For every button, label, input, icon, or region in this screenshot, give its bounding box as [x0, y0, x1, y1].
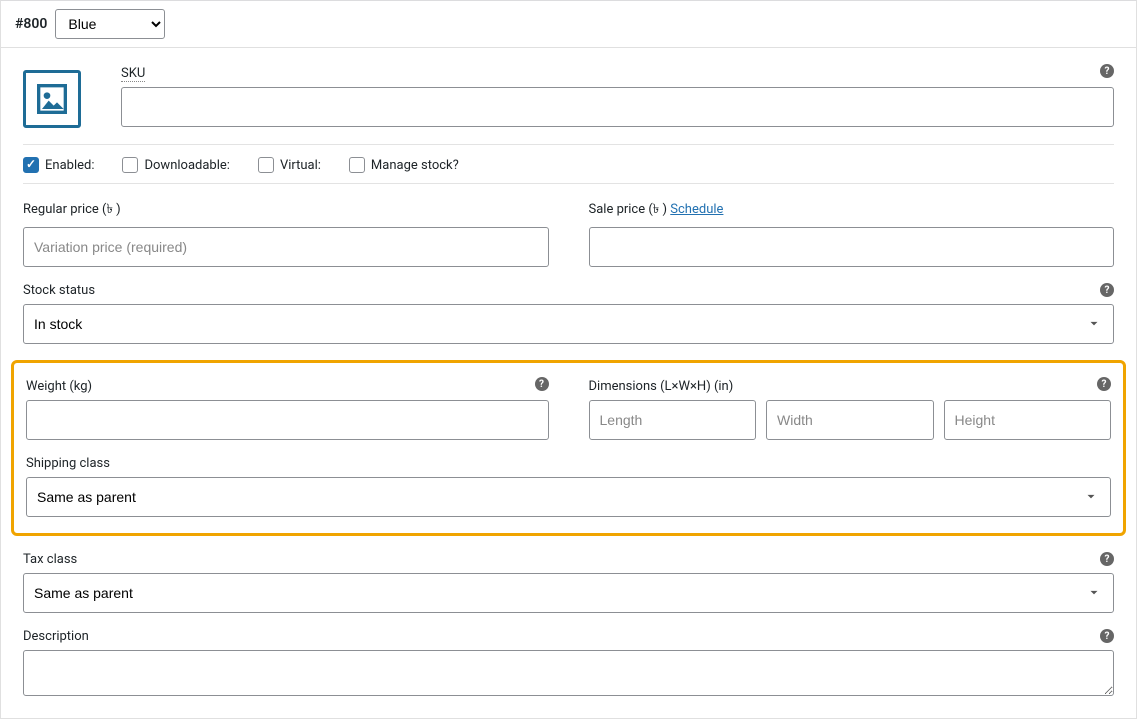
width-input[interactable] [766, 400, 934, 440]
variation-panel: #800 Blue SKU ? [0, 0, 1137, 719]
help-icon[interactable]: ? [1100, 552, 1114, 566]
downloadable-checkbox-wrap[interactable]: Downloadable: [122, 157, 229, 173]
downloadable-checkbox[interactable] [122, 157, 138, 173]
sale-price-label: Sale price (৳ ) Schedule [589, 200, 1115, 221]
shipping-class-label: Shipping class [26, 456, 1111, 471]
checkbox-row: Enabled: Downloadable: Virtual: Manage s… [23, 145, 1114, 184]
enabled-checkbox-wrap[interactable]: Enabled: [23, 157, 94, 173]
description-textarea[interactable] [23, 650, 1114, 696]
attribute-select[interactable]: Blue [55, 9, 165, 39]
virtual-checkbox-wrap[interactable]: Virtual: [258, 157, 321, 173]
tax-class-label: Tax class [23, 552, 1114, 567]
help-icon[interactable]: ? [535, 377, 549, 391]
manage-stock-checkbox-wrap[interactable]: Manage stock? [349, 157, 459, 173]
schedule-link[interactable]: Schedule [670, 202, 723, 217]
help-icon[interactable]: ? [1097, 377, 1111, 391]
regular-price-input[interactable] [23, 227, 549, 267]
variation-id: #800 [15, 16, 47, 32]
shipping-highlight-box: Weight (kg) ? Dimensions (L×W×H) (in) ? … [11, 360, 1126, 536]
description-label: Description [23, 629, 1114, 644]
shipping-class-select[interactable]: Same as parent [26, 477, 1111, 517]
help-icon[interactable]: ? [1100, 283, 1114, 297]
enabled-checkbox[interactable] [23, 157, 39, 173]
regular-price-label: Regular price (৳ ) [23, 200, 549, 221]
sku-input[interactable] [121, 87, 1114, 127]
weight-input[interactable] [26, 400, 549, 440]
manage-stock-checkbox[interactable] [349, 157, 365, 173]
help-icon[interactable]: ? [1100, 64, 1114, 78]
help-icon[interactable]: ? [1100, 629, 1114, 643]
height-input[interactable] [944, 400, 1112, 440]
weight-label: Weight (kg) [26, 379, 549, 394]
variation-body: SKU ? Enabled: Downloadable: Virtual: [1, 48, 1136, 718]
image-placeholder-icon [32, 79, 72, 119]
variation-header: #800 Blue [1, 1, 1136, 48]
tax-class-select[interactable]: Same as parent [23, 573, 1114, 613]
stock-status-select[interactable]: In stock [23, 304, 1114, 344]
stock-status-label: Stock status [23, 283, 1114, 298]
sale-price-input[interactable] [589, 227, 1115, 267]
virtual-checkbox[interactable] [258, 157, 274, 173]
dimensions-label: Dimensions (L×W×H) (in) [589, 379, 1112, 394]
variation-image-upload[interactable] [23, 70, 81, 128]
length-input[interactable] [589, 400, 757, 440]
sku-label: SKU [121, 66, 1114, 81]
